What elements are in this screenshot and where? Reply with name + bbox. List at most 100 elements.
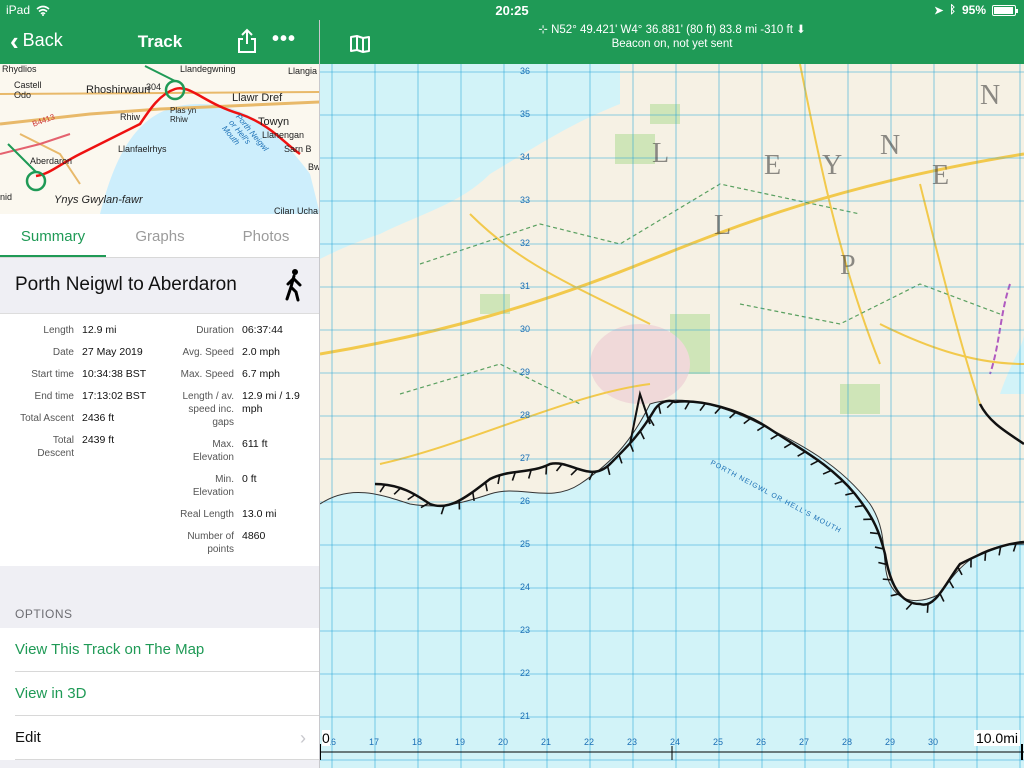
track-detail-panel: ‹ Back Track ••• Rhydlios Llandegwning L… [0,0,320,768]
app-root: ‹ Back Track ••• Rhydlios Llandegwning L… [0,0,1024,768]
stat-label-total-descent: Total Descent [37,435,74,459]
grid-x-label: 19 [455,737,465,747]
clock: 20:25 [495,3,529,18]
track-tick [984,551,987,561]
stat-label-max-speed: Max. Speed [180,369,234,380]
region-letter: Y [822,150,842,181]
region-letter: L [652,138,669,169]
grid-x-label: 17 [369,737,379,747]
grid-x-labels: 16 17 18 19 20 21 22 23 24 25 26 27 28 29 30 [326,737,938,747]
stat-label-total-ascent: Total Ascent [20,413,74,424]
beacon-status: Beacon on, not yet sent [611,38,733,50]
stat-value-real-length: 13.0 mi [242,508,277,520]
stat-label-min-elevation: Min. Elevation [192,474,234,498]
more-icon[interactable]: ••• [272,28,296,51]
topo-map[interactable]: PORTH NEIGWL OR HELL'S MOUTH L L E Y N P… [320,64,1024,768]
grid-x-label: 18 [412,737,422,747]
minimap-label: Sarn B [284,144,312,154]
battery-percent: 95% [961,3,986,17]
view-in-3d-button[interactable]: View in 3D [0,672,319,716]
stat-label-length: Length [43,325,74,336]
track-tick [545,465,548,475]
track-minimap[interactable]: Rhydlios Llandegwning Llangia Castell Od… [0,64,320,214]
minimap-label: Llangia [288,66,318,76]
stat-label-start-time: Start time [31,369,74,380]
minimap-label: Plas yn Rhiw [170,106,197,124]
minimap-label: Llanfaelrhys [118,144,167,154]
status-bar: iPad 20:25 ➤ ᛒ 95% [0,0,1024,20]
tab-graphs[interactable]: Graphs [107,228,213,245]
minimap-label: Ynys Gwylan-fawr [54,194,143,206]
grid-x-label: 24 [670,737,680,747]
scale-start-label: 0 [322,730,330,746]
scale-end-label: 10.0mi [973,730,1020,746]
region-letter: N [880,130,900,161]
grid-x-label: 25 [713,737,723,747]
grid-y-label: 23 [520,625,530,635]
grid-x-label: 28 [842,737,852,747]
minimap-label: nid [0,192,13,202]
minimap-label: Aberdaron [30,156,73,166]
options-title: OPTIONS [15,607,73,621]
woodland [650,104,680,124]
chevron-right-icon: › [300,728,306,748]
grid-y-label: 26 [520,496,530,506]
nav-bar: ‹ Back Track ••• [0,20,319,64]
stat-value-total-descent: 2439 ft [82,434,115,446]
share-icon[interactable] [236,28,258,54]
stat-value-length-speed-gaps: 12.9 mi / 1.9 mph [242,390,300,415]
stat-label-max-elevation: Max. Elevation [192,439,234,463]
minimap-label: Castell Odo [14,80,42,100]
grid-y-label: 27 [520,453,530,463]
region-letter: E [764,150,781,181]
divider [15,759,319,760]
view-on-map-button[interactable]: View This Track on The Map [0,628,319,672]
region-letter: E [932,160,949,191]
track-tick [882,578,892,581]
stat-label-number-of-points: Number of points [187,531,234,555]
stat-value-start-time: 10:34:38 BST [82,368,147,380]
tab-summary[interactable]: Summary [0,228,106,245]
edit-button[interactable]: Edit › [0,716,319,760]
stat-label-end-time: End time [34,391,74,402]
detail-tabs: Summary Graphs Photos [0,214,319,258]
grid-y-label: 28 [520,410,530,420]
grid-y-label: 29 [520,367,530,377]
grid-y-label: 24 [520,582,530,592]
woodland [840,384,880,414]
tab-photos[interactable]: Photos [213,228,319,245]
grid-x-label: 23 [627,737,637,747]
minimap-label: Bw [308,162,320,172]
minimap-label: Rhiw [120,112,141,122]
gps-readout: ⊹ N52° 49.421' W4° 36.881' (80 ft) 83.8 … [538,24,806,36]
stat-label-length-speed-gaps: Length / av. speed inc. gaps [182,391,234,428]
track-name: Porth Neigwl to Aberdaron [15,274,237,295]
grid-y-label: 33 [520,195,530,205]
track-tick [869,531,879,535]
grid-x-label: 26 [756,737,766,747]
track-stats: Length 12.9 mi Date 27 May 2019 Start ti… [0,314,319,566]
minimap-label: Llandegwning [180,64,236,74]
grid-y-label: 34 [520,152,530,162]
minimap-label: Llawr Dref [232,92,283,104]
grid-y-label: 21 [520,711,530,721]
grid-x-label: 21 [541,737,551,747]
stat-value-number-of-points: 4860 [242,530,266,542]
grid-y-label: 36 [520,66,530,76]
grid-y-label: 32 [520,238,530,248]
grid-x-label: 22 [584,737,594,747]
stat-label-real-length: Real Length [180,509,234,520]
map-canvas[interactable]: PORTH NEIGWL OR HELL'S MOUTH L L E Y N P… [320,64,1024,768]
region-letter: L [714,210,731,241]
option-label: Edit [15,729,41,746]
grid-x-label: 20 [498,737,508,747]
stat-value-min-elevation: 0 ft [242,473,257,485]
grid-y-label: 35 [520,109,530,119]
stat-value-length: 12.9 mi [82,324,117,336]
track-tick [926,603,929,613]
minimap-label: Towyn [258,116,290,128]
stat-label-duration: Duration [196,325,234,336]
stat-value-end-time: 17:13:02 BST [82,390,147,402]
grid-x-label: 29 [885,737,895,747]
stat-value-total-ascent: 2436 ft [82,412,115,424]
